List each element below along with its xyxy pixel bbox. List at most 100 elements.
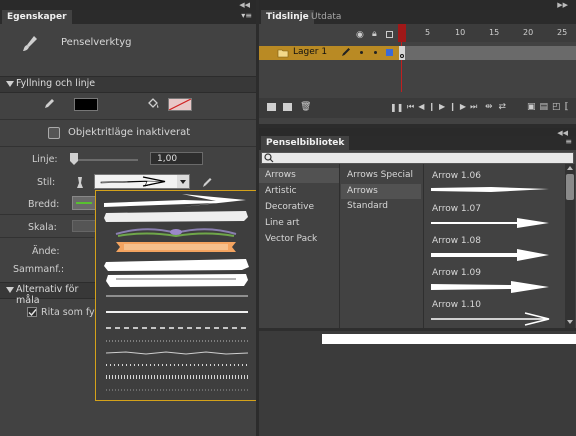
layer-icon <box>277 47 289 58</box>
layer-row[interactable]: Lager 1 <box>259 46 399 60</box>
stage-area[interactable] <box>322 334 576 344</box>
playhead[interactable] <box>398 24 406 42</box>
scroll-up-icon[interactable] <box>565 164 575 172</box>
stroke-style-popup <box>95 190 259 401</box>
brush-name: Arrow 1.08 <box>432 236 481 246</box>
collapse-icon[interactable]: ◀◀ <box>239 1 250 9</box>
timeline-topbar: ▶▶ <box>259 0 576 10</box>
divider <box>0 146 256 147</box>
lock-icon[interactable]: 🔒︎ <box>372 29 377 39</box>
edit-stroke-icon[interactable] <box>202 177 212 188</box>
chevron-down-icon[interactable] <box>177 175 189 188</box>
scroll-down-icon[interactable] <box>565 318 575 326</box>
object-drawing-icon[interactable] <box>48 127 60 139</box>
style-option-ribbon[interactable] <box>116 242 236 252</box>
category-item[interactable]: Artistic <box>259 184 339 199</box>
pause-icon[interactable]: ❚❚ <box>390 103 403 112</box>
scroll-thumb[interactable] <box>566 174 574 200</box>
style-option-dry-brush[interactable] <box>106 274 248 287</box>
line-slider-track[interactable] <box>70 159 138 161</box>
collapse-triangle-icon <box>6 287 14 293</box>
tool-name: Penselverktyg <box>61 37 132 48</box>
expand-icon[interactable]: ▶▶ <box>557 1 568 9</box>
paint-options-section-header[interactable]: Alternativ för måla <box>0 282 96 306</box>
collapse-triangle-icon <box>6 81 14 87</box>
eye-icon[interactable]: ◉ <box>356 30 364 40</box>
paint-options-section-title: Alternativ för måla <box>16 284 79 306</box>
frame-number: 25 <box>557 28 568 37</box>
empty-keyframe-icon <box>400 54 404 58</box>
brush-name: Arrow 1.10 <box>432 300 481 310</box>
category-item[interactable]: Arrows <box>259 168 339 183</box>
frame-ruler[interactable]: 1 5 10 15 20 25 <box>399 24 576 42</box>
fill-stroke-section-header[interactable]: Fyllning och linje <box>0 76 256 93</box>
tab-output[interactable]: Utdata <box>306 10 346 24</box>
stroke-style-options <box>104 194 249 391</box>
brush-search-input[interactable] <box>261 152 574 164</box>
fill-color-swatch[interactable] <box>168 98 192 111</box>
frame-number: 20 <box>523 28 534 37</box>
panel-menu-icon[interactable]: ≡ <box>565 137 572 146</box>
width-profile-select[interactable] <box>72 196 96 210</box>
timeline-panel: ◉ 🔒︎ 1 5 10 15 20 25 Lager 1 🗑︎ ❚❚ ⏮◀❙▶❙… <box>259 24 576 124</box>
new-layer-icon[interactable] <box>267 103 276 111</box>
layer-color-icon[interactable] <box>386 49 393 56</box>
style-option-rough[interactable] <box>104 211 248 222</box>
timeline-tabbar: Tidslinje Utdata <box>259 10 576 24</box>
brush-preview-arrow-110[interactable] <box>431 312 551 326</box>
timeline-toolbar: 🗑︎ ❚❚ ⏮◀❙▶❙▶⏭ ⇹⇄ ▣▤◰⟦ <box>259 98 576 118</box>
brush-preview-arrow-107[interactable] <box>431 216 551 230</box>
onion-skin-icons[interactable]: ⇹⇄ <box>485 102 512 112</box>
scale-select[interactable] <box>72 220 96 232</box>
style-brush-icon[interactable] <box>75 177 85 189</box>
brush-preview-arrow-108[interactable] <box>431 248 551 262</box>
frame-edit-icons[interactable]: ▣▤◰⟦ <box>527 102 573 112</box>
style-option-ragged[interactable] <box>105 351 249 355</box>
brush-preview-arrow-106[interactable] <box>431 182 551 196</box>
playback-controls-icon[interactable]: ⏮◀❙▶❙▶⏭ <box>407 102 481 112</box>
frames-track[interactable] <box>399 46 576 60</box>
category-item[interactable]: Decorative <box>259 200 339 215</box>
frame-number: 15 <box>489 28 500 37</box>
category-item[interactable]: Line art <box>259 216 339 231</box>
subcategory-item[interactable]: Arrows Standard <box>341 184 421 211</box>
paint-as-fill-label: Rita som fyll <box>41 307 100 318</box>
subcategory-item[interactable]: Arrows Special <box>341 168 421 183</box>
outline-icon[interactable] <box>386 31 393 38</box>
join-label: Sammanf.: <box>13 264 65 275</box>
end-cap-label: Ände: <box>32 246 60 257</box>
stroke-color-swatch[interactable] <box>74 98 98 111</box>
panel-menu-icon[interactable]: ▾≡ <box>241 11 252 20</box>
divider <box>0 214 94 215</box>
paint-as-fill-checkbox[interactable] <box>27 307 37 317</box>
pencil-icon <box>341 47 351 57</box>
brush-name: Arrow 1.07 <box>432 204 481 214</box>
brush-preview-arrow-109[interactable] <box>431 280 551 294</box>
frame-number: 5 <box>425 28 431 37</box>
visible-dot[interactable] <box>360 51 363 54</box>
line-label: Linje: <box>32 154 58 165</box>
search-icon <box>264 153 274 163</box>
line-value-field[interactable]: 1,00 <box>150 152 203 165</box>
brush-tool-icon <box>20 34 40 54</box>
tab-properties[interactable]: Egenskaper <box>2 10 72 24</box>
category-item[interactable]: Vector Pack <box>259 232 339 247</box>
line-slider-thumb[interactable] <box>70 153 78 165</box>
stroke-style-dropdown[interactable] <box>94 174 190 189</box>
width-label: Bredd: <box>28 199 60 210</box>
lock-dot[interactable] <box>374 51 377 54</box>
fill-stroke-section-title: Fyllning och linje <box>16 78 96 89</box>
divider <box>0 237 94 238</box>
new-folder-icon[interactable] <box>283 103 292 111</box>
properties-tabbar: Egenskaper ▾≡ <box>0 10 256 24</box>
style-option-ornament[interactable] <box>115 228 237 238</box>
style-option-arrow[interactable] <box>104 194 246 207</box>
layer-name: Lager 1 <box>293 47 328 57</box>
resize-grip[interactable] <box>259 328 576 331</box>
style-option-brushy[interactable] <box>104 259 249 271</box>
trash-icon[interactable]: 🗑︎ <box>300 102 311 112</box>
brush-list-scrollbar[interactable] <box>565 164 575 328</box>
column-divider <box>339 164 340 330</box>
width-profile-preview <box>76 202 92 204</box>
tab-brush-library[interactable]: Penselbibliotek <box>261 136 350 150</box>
